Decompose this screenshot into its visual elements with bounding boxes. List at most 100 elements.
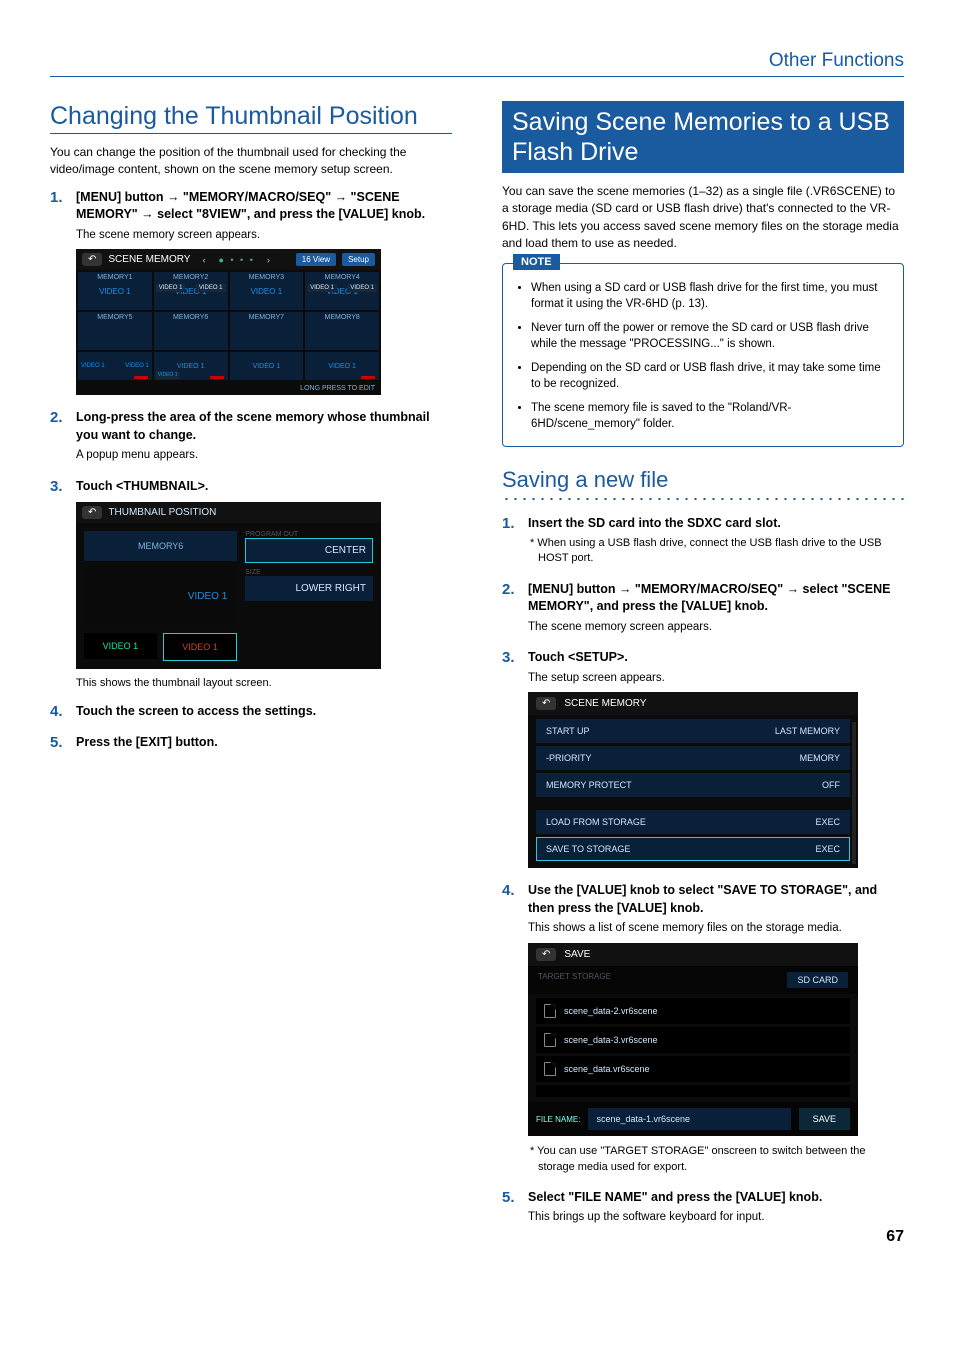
rstep-4-sub: This shows a list of scene memory files … (528, 920, 904, 937)
right-title: Saving Scene Memories to a USB Flash Dri… (502, 101, 904, 173)
rstep-1: Insert the SD card into the SDXC card sl… (502, 515, 904, 566)
size-label: SIZE (245, 569, 373, 576)
step-4-head: Touch the screen to access the settings. (76, 703, 452, 721)
back-icon: ↶ (82, 506, 102, 519)
setup-title: SCENE MEMORY (564, 698, 646, 709)
step-2-head: Long-press the area of the scene memory … (76, 409, 452, 444)
page-dots: ● • • • (218, 255, 254, 265)
file-item-1: scene_data-2.vr6scene (536, 998, 850, 1024)
file-name-value: scene_data-1.vr6scene (588, 1108, 790, 1130)
save-button: SAVE (799, 1108, 850, 1130)
preview-video: VIDEO 1 (84, 567, 237, 627)
step-5-head: Press the [EXIT] button. (76, 734, 452, 752)
rstep-3-head: Touch <SETUP>. (528, 649, 904, 667)
step-4: Touch the screen to access the settings. (50, 703, 452, 721)
rstep-2-sub: The scene memory screen appears. (528, 619, 904, 636)
memory-cell-7: MEMORY7 (230, 312, 304, 350)
memory-slot-label: MEMORY6 (84, 531, 237, 561)
rstep-1-head: Insert the SD card into the SDXC card sl… (528, 515, 904, 533)
step-2: Long-press the area of the scene memory … (50, 409, 452, 464)
center-option: CENTER (245, 538, 373, 563)
video-cell-2: VIDEO 1 (163, 633, 238, 661)
dot-rule (502, 497, 904, 501)
memory-cell-6: MEMORY6 (154, 312, 228, 350)
lower-right-option: LOWER RIGHT (245, 576, 373, 601)
setup-row-priority: -PRIORITYMEMORY (536, 746, 850, 770)
scrollbar (852, 722, 856, 864)
setup-row-load: LOAD FROM STORAGEEXEC (536, 810, 850, 834)
memory-cell-2: MEMORY2VIDEO 1VIDEO 1VIDEO 1 (154, 272, 228, 310)
rstep-5-sub: This brings up the software keyboard for… (528, 1209, 904, 1226)
note-box: NOTE When using a SD card or USB flash d… (502, 263, 904, 448)
nav-left-icon: ‹ (202, 255, 206, 265)
left-title: Changing the Thumbnail Position (50, 101, 452, 134)
setup-row-protect: MEMORY PROTECTOFF (536, 773, 850, 797)
foot-cell-1: VIDEO 1VIDEO 1 (78, 352, 152, 380)
step-3: Touch <THUMBNAIL>. ↶ THUMBNAIL POSITION … (50, 478, 452, 689)
step-1-sub: The scene memory screen appears. (76, 227, 452, 244)
rstep-2: [MENU] button → "MEMORY/MACRO/SEQ" → sel… (502, 581, 904, 636)
memory-cell-8: MEMORY8 (305, 312, 379, 350)
rstep-2-head: [MENU] button → "MEMORY/MACRO/SEQ" → sel… (528, 581, 904, 616)
note-label: NOTE (513, 254, 560, 270)
step-1: [MENU] button → "MEMORY/MACRO/SEQ" → "SC… (50, 189, 452, 396)
header-section: Other Functions (50, 50, 904, 72)
thumbpos-title: THUMBNAIL POSITION (108, 507, 216, 518)
thumbpos-caption: This shows the thumbnail layout screen. (76, 677, 452, 689)
rstep-5: Select "FILE NAME" and press the [VALUE]… (502, 1189, 904, 1226)
right-intro: You can save the scene memories (1–32) a… (502, 183, 904, 253)
memory-cell-5: MEMORY5 (78, 312, 152, 350)
nav-right-icon: › (267, 255, 271, 265)
scene-memory-screenshot: ↶ SCENE MEMORY ‹ ● • • • › 16 View Setup… (76, 249, 381, 395)
note-4: The scene memory file is saved to the "R… (531, 400, 891, 432)
left-steps: [MENU] button → "MEMORY/MACRO/SEQ" → "SC… (50, 189, 452, 752)
note-2: Never turn off the power or remove the S… (531, 320, 891, 352)
thumbnail-position-screenshot: ↶ THUMBNAIL POSITION MEMORY6 VIDEO 1 VID… (76, 502, 381, 669)
right-steps: Insert the SD card into the SDXC card sl… (502, 515, 904, 1226)
step-1-head: [MENU] button → "MEMORY/MACRO/SEQ" → "SC… (76, 189, 452, 224)
setup-row-startup: START UPLAST MEMORY (536, 719, 850, 743)
file-icon (544, 1062, 556, 1076)
memory-cell-4: MEMORY4VIDEO 1VIDEO 1VIDEO 1 (305, 272, 379, 310)
rstep-3: Touch <SETUP>. The setup screen appears.… (502, 649, 904, 868)
file-name-label: FILE NAME: (536, 1115, 580, 1124)
back-icon: ↶ (82, 253, 102, 266)
target-storage-label: TARGET STORAGE (538, 972, 611, 988)
back-icon: ↶ (536, 948, 556, 961)
save-star-note: * You can use "TARGET STORAGE" onscreen … (528, 1144, 904, 1175)
step-3-head: Touch <THUMBNAIL>. (76, 478, 452, 496)
memory-cell-3: MEMORY3VIDEO 1 (230, 272, 304, 310)
foot-cell-3: VIDEO 1 (230, 352, 304, 380)
step-5: Press the [EXIT] button. (50, 734, 452, 752)
note-3: Depending on the SD card or USB flash dr… (531, 360, 891, 392)
rstep-4-head: Use the [VALUE] knob to select "SAVE TO … (528, 882, 904, 917)
view-16-button: 16 View (296, 253, 336, 266)
page-number: 67 (886, 1228, 904, 1246)
save-title: SAVE (564, 949, 590, 960)
setup-button: Setup (342, 253, 375, 266)
rstep-4: Use the [VALUE] knob to select "SAVE TO … (502, 882, 904, 1174)
header-rule (50, 76, 904, 77)
saving-new-file-title: Saving a new file (502, 467, 904, 493)
scene-memory-setup-screenshot: ↶ SCENE MEMORY START UPLAST MEMORY -PRIO… (528, 692, 858, 868)
back-icon: ↶ (536, 697, 556, 710)
file-item-2: scene_data-3.vr6scene (536, 1027, 850, 1053)
right-column: Saving Scene Memories to a USB Flash Dri… (502, 101, 904, 1240)
left-intro: You can change the position of the thumb… (50, 144, 452, 179)
target-storage-value: SD CARD (787, 972, 848, 988)
long-press-hint: LONG PRESS TO EDIT (76, 382, 381, 395)
scenegrid-title: SCENE MEMORY (108, 254, 190, 265)
left-column: Changing the Thumbnail Position You can … (50, 101, 452, 1240)
save-screenshot: ↶ SAVE TARGET STORAGE SD CARD scene_data… (528, 943, 858, 1136)
rstep-1-star: * When using a USB flash drive, connect … (528, 536, 904, 567)
program-out-label: PROGRAM OUT (245, 531, 373, 538)
setup-row-save: SAVE TO STORAGEEXEC (536, 837, 850, 861)
step-2-sub: A popup menu appears. (76, 447, 452, 464)
note-1: When using a SD card or USB flash drive … (531, 280, 891, 312)
rstep-3-sub: The setup screen appears. (528, 670, 904, 687)
video-cell-1: VIDEO 1 (84, 633, 157, 659)
file-icon (544, 1004, 556, 1018)
memory-cell-1: MEMORY1VIDEO 1 (78, 272, 152, 310)
file-icon (544, 1033, 556, 1047)
foot-cell-2: VIDEO 1VIDEO 1 (154, 352, 228, 380)
